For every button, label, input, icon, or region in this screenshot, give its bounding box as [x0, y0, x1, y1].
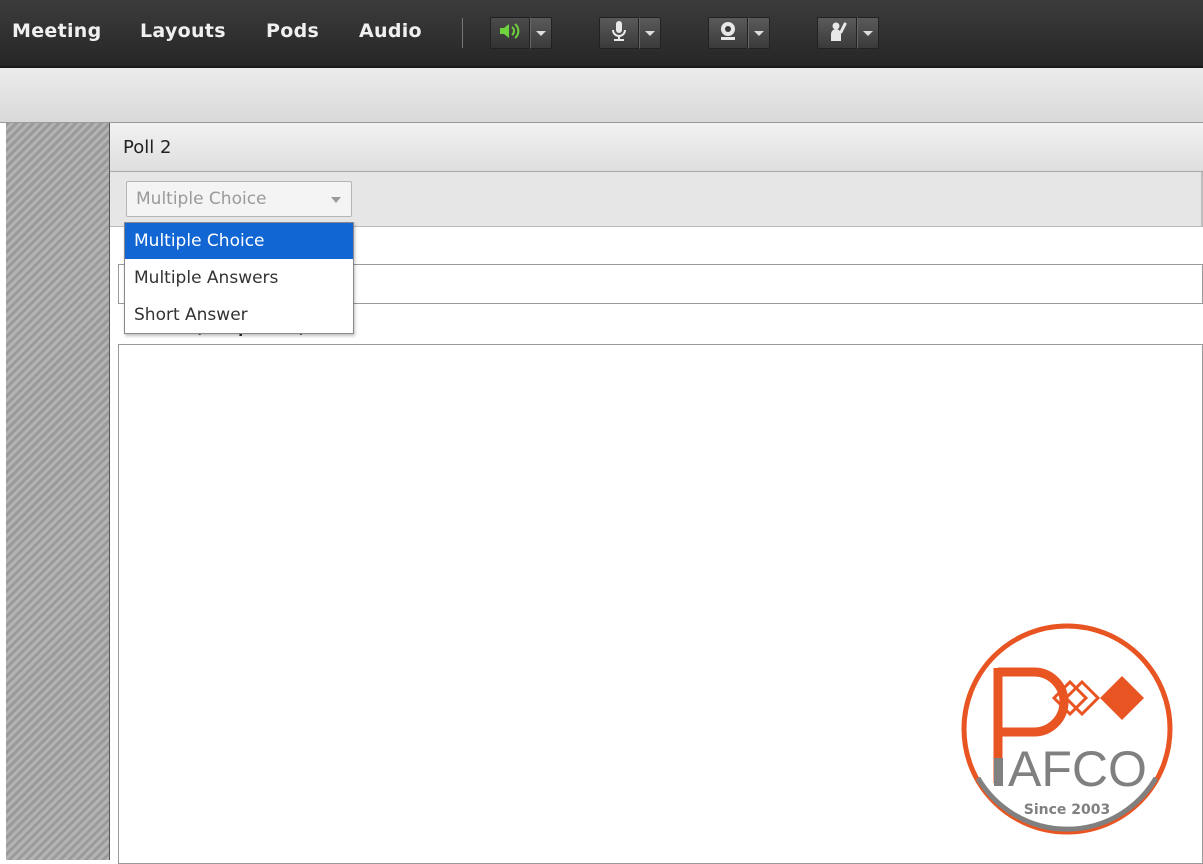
option-short-answer[interactable]: Short Answer	[125, 297, 353, 333]
webcam-icon	[717, 21, 739, 45]
status-options-caret[interactable]	[857, 17, 879, 49]
question-type-dropdown: Multiple Choice Multiple Answers Short A…	[124, 222, 354, 334]
menubar: Meeting Layouts Pods Audio	[0, 0, 1203, 68]
microphone-control	[599, 17, 661, 49]
raise-hand-button[interactable]	[817, 17, 857, 49]
microphone-options-caret[interactable]	[639, 17, 661, 49]
status-control	[817, 17, 879, 49]
option-multiple-answers[interactable]: Multiple Answers	[125, 260, 353, 296]
menu-audio[interactable]: Audio	[359, 20, 422, 42]
chevron-down-icon	[331, 197, 341, 203]
raise-hand-icon	[826, 20, 848, 46]
microphone-icon	[610, 20, 628, 46]
speaker-options-caret[interactable]	[530, 17, 552, 49]
pod-title: Poll 2	[123, 137, 172, 158]
logo-tagline: Since 2003	[1024, 802, 1110, 818]
webcam-control	[708, 17, 770, 49]
webcam-button[interactable]	[708, 17, 748, 49]
pod-header: Poll 2	[110, 123, 1203, 172]
speaker-icon	[498, 21, 522, 45]
microphone-button[interactable]	[599, 17, 639, 49]
speaker-control	[490, 17, 552, 49]
option-multiple-choice[interactable]: Multiple Choice	[125, 223, 353, 259]
left-stage-area	[6, 123, 110, 860]
menu-meeting[interactable]: Meeting	[12, 20, 102, 42]
pafco-logo: AFCO Since 2003	[954, 608, 1184, 853]
menu-pods[interactable]: Pods	[266, 20, 319, 42]
question-type-select[interactable]: Multiple Choice	[126, 181, 352, 217]
menu-layouts[interactable]: Layouts	[140, 20, 226, 42]
menu-separator	[462, 18, 463, 48]
question-type-value: Multiple Choice	[136, 189, 267, 209]
pod-toolbar: Multiple Choice	[110, 172, 1203, 227]
logo-letters: AFCO	[1008, 741, 1147, 797]
speaker-button[interactable]	[490, 17, 530, 49]
secondary-bar	[0, 68, 1203, 123]
webcam-options-caret[interactable]	[748, 17, 770, 49]
